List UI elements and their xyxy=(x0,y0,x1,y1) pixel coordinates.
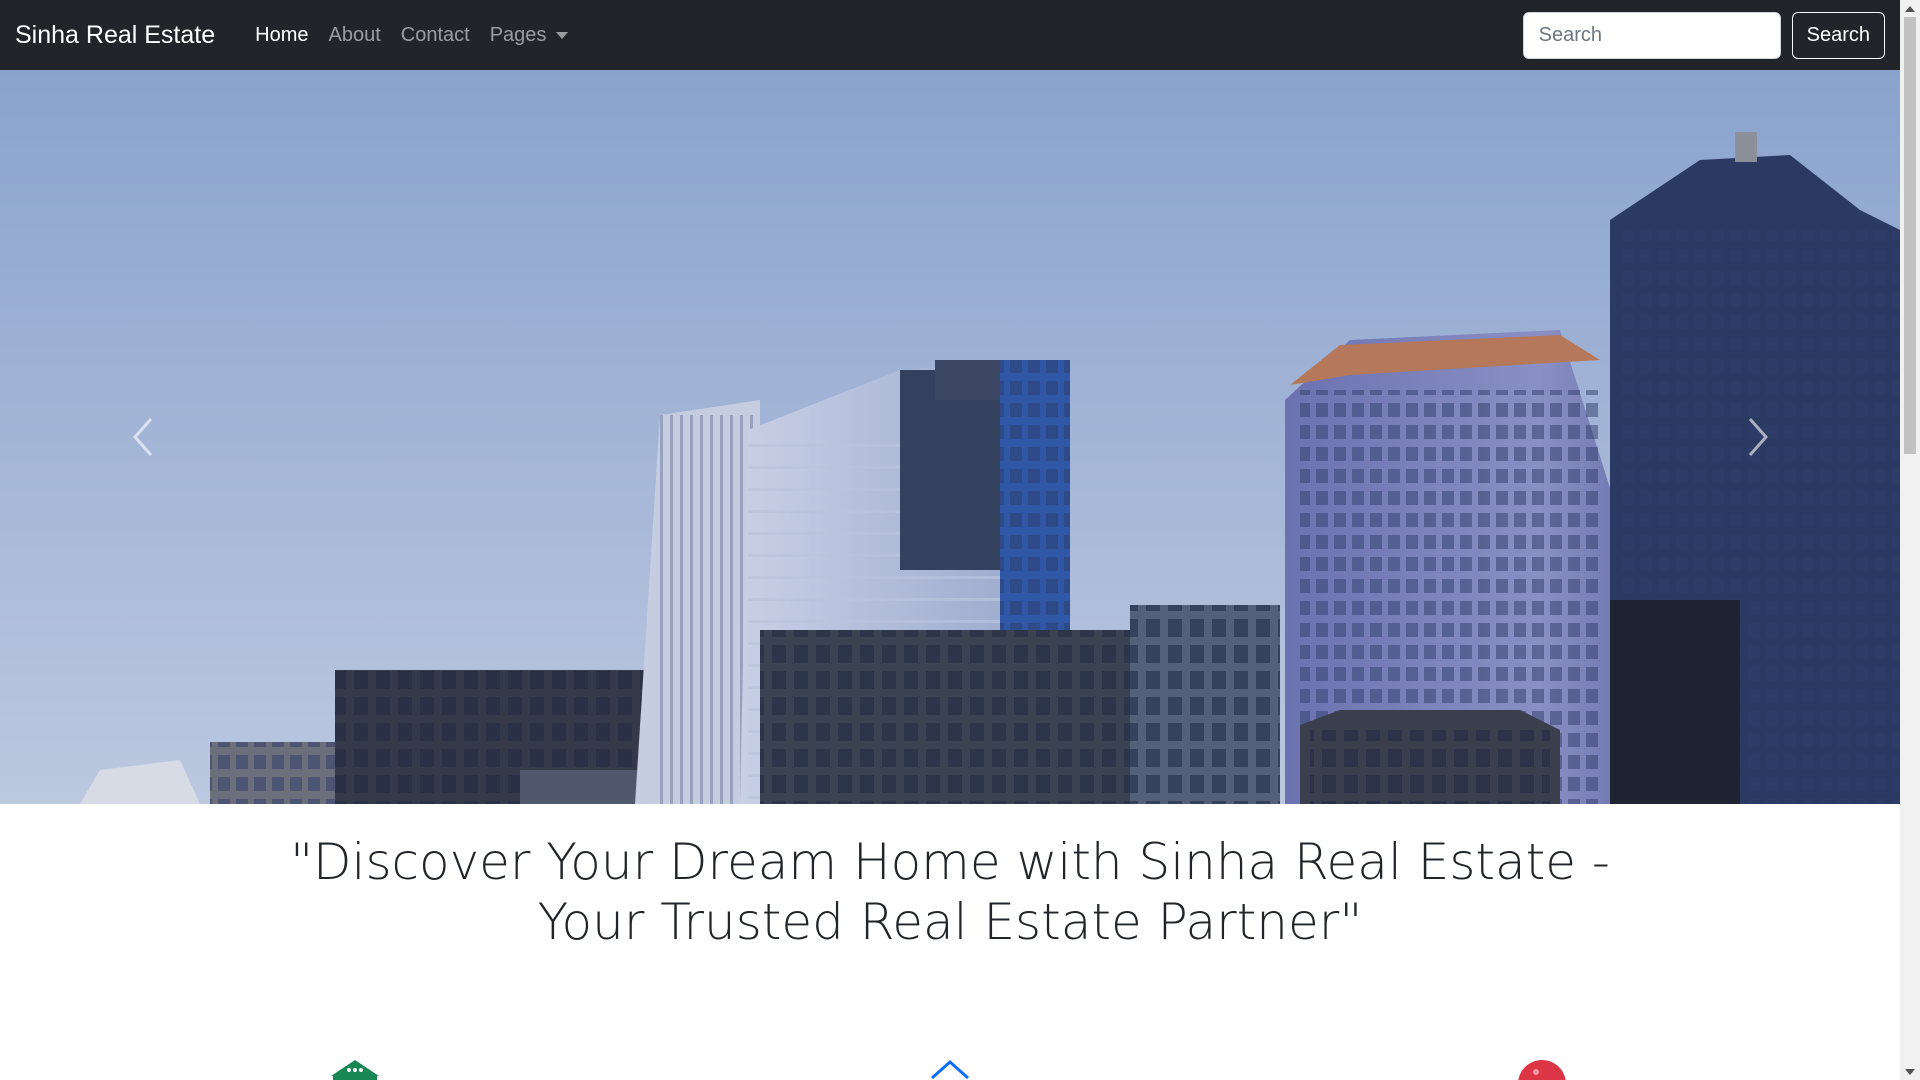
search-input[interactable] xyxy=(1522,11,1781,59)
brand-logo[interactable]: Sinha Real Estate xyxy=(15,21,215,50)
chevron-right-icon xyxy=(1748,418,1768,456)
page-scrollbar[interactable] xyxy=(1900,0,1920,1080)
nav-dropdown-pages-label: Pages xyxy=(489,23,547,46)
house-icon xyxy=(924,1058,976,1080)
page: Sinha Real Estate Home About Contact Pag… xyxy=(0,0,1920,1080)
tagline-line-1: "Discover Your Dream Home with Sinha Rea… xyxy=(290,833,1610,891)
hero-tagline: "Discover Your Dream Home with Sinha Rea… xyxy=(0,832,1900,952)
scroll-down-button[interactable] xyxy=(1900,1063,1920,1080)
carousel-next-button[interactable] xyxy=(1615,70,1900,804)
chevron-left-icon xyxy=(132,418,152,456)
search-button[interactable]: Search xyxy=(1791,11,1885,59)
nav-link-about[interactable]: About xyxy=(318,24,390,47)
nav-link-home[interactable]: Home xyxy=(245,24,318,47)
search-form: Search xyxy=(1522,11,1885,59)
caret-up-icon xyxy=(1905,5,1915,12)
nav-dropdown-pages[interactable]: Pages xyxy=(480,24,579,47)
hero-carousel xyxy=(0,70,1900,804)
tagline-line-2: Your Trusted Real Estate Partner" xyxy=(537,893,1363,951)
building-icon xyxy=(329,1058,381,1080)
nav-links: Home About Contact Pages xyxy=(245,24,578,47)
carousel-prev-button[interactable] xyxy=(0,70,285,804)
top-navbar: Sinha Real Estate Home About Contact Pag… xyxy=(0,0,1900,70)
nav-link-contact[interactable]: Contact xyxy=(391,24,480,47)
scrollbar-thumb[interactable] xyxy=(1904,17,1916,454)
location-pin-icon xyxy=(1516,1058,1568,1080)
caret-down-icon xyxy=(1905,1068,1915,1075)
scroll-up-button[interactable] xyxy=(1900,0,1920,17)
caret-down-icon xyxy=(556,31,569,39)
